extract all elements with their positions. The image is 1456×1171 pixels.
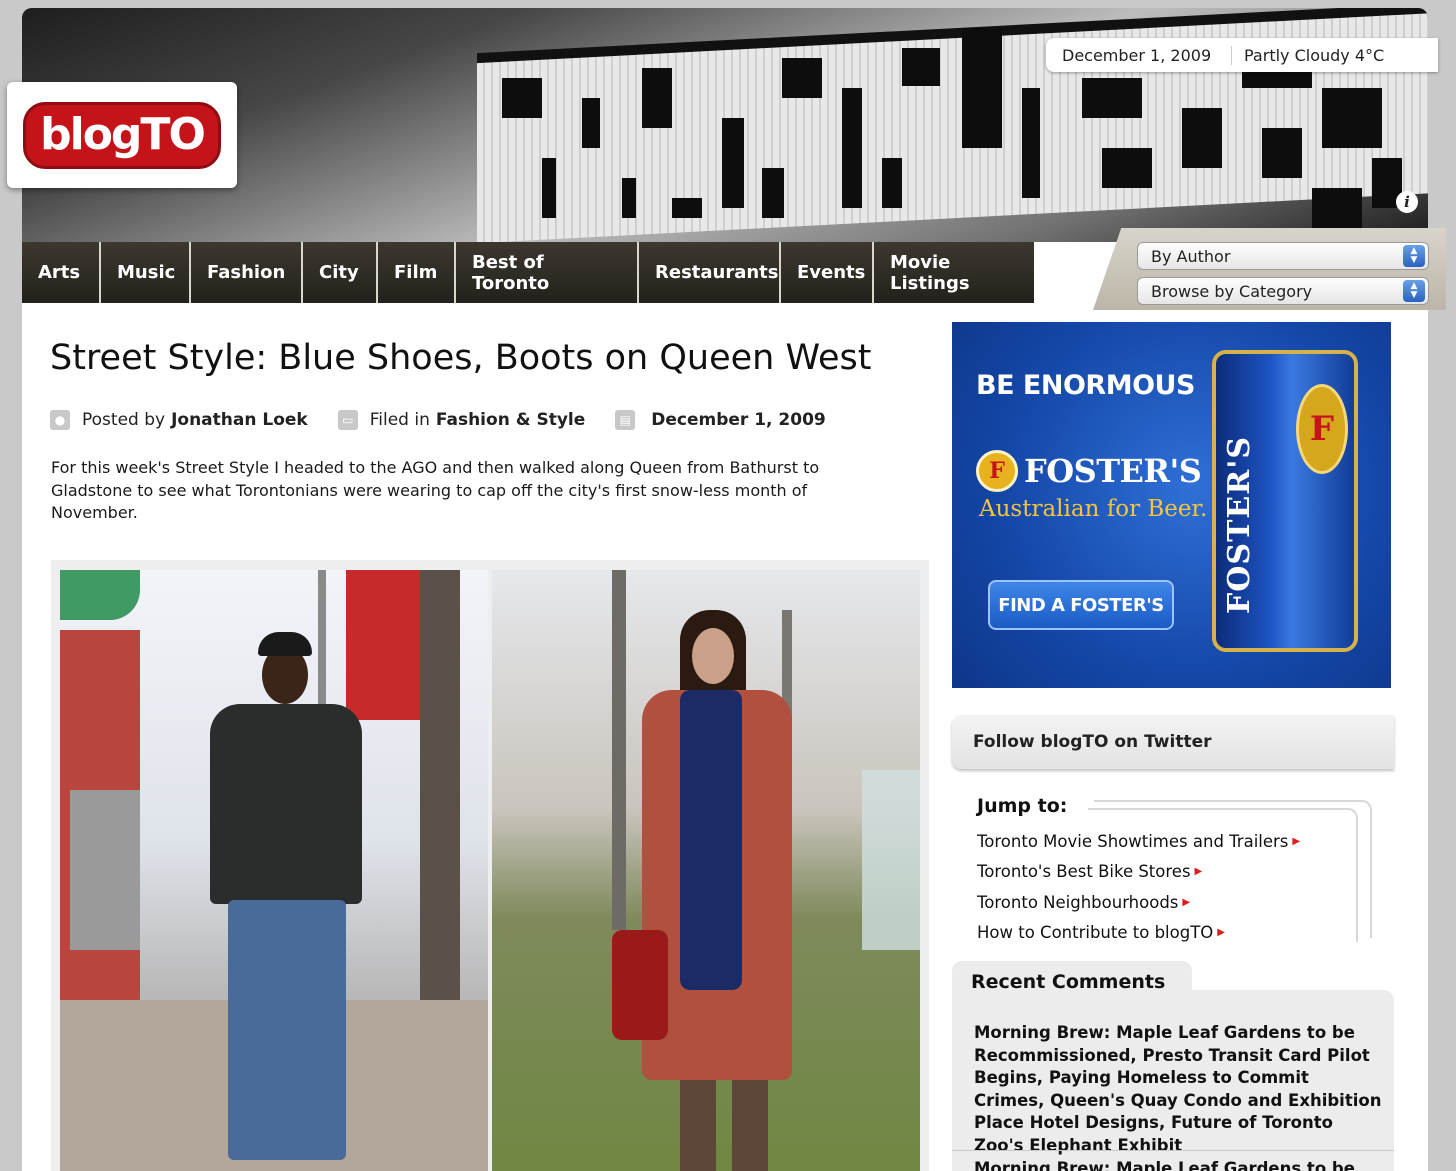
category-select-value: Browse by Category [1151, 281, 1313, 301]
beer-can-image: F FOSTER'S [1212, 350, 1358, 652]
find-fosters-button[interactable]: FIND A FOSTER'S [988, 580, 1174, 630]
category-link[interactable]: Fashion & Style [436, 410, 585, 430]
can-brand-text: FOSTER'S [1222, 435, 1257, 614]
select-arrows-icon: ▲ ▼ [1403, 280, 1425, 302]
nav-item-film[interactable]: Film [378, 242, 456, 303]
jump-link-label: How to Contribute to blogTO [977, 923, 1214, 943]
nav-item-restaurants[interactable]: Restaurants [639, 242, 781, 303]
street-style-photo-woman[interactable] [492, 570, 920, 1171]
street-style-photo-man[interactable] [60, 570, 488, 1171]
ad-brand: F FOSTER'S [976, 450, 1202, 492]
nav-item-fashion[interactable]: Fashion [191, 242, 303, 303]
recent-comment-link[interactable]: Morning Brew: Maple Leaf Gardens to be [974, 1158, 1382, 1171]
logo-container[interactable]: blogTO [7, 82, 237, 188]
recent-comments-list: Morning Brew: Maple Leaf Gardens to be R… [952, 990, 1394, 1171]
nav-item-movie-listings[interactable]: Movie Listings [874, 242, 1034, 303]
arrow-right-icon: ▶ [1217, 927, 1225, 939]
nav-item-best-of-toronto[interactable]: Best of Toronto [456, 242, 639, 303]
jump-link-neighbourhoods[interactable]: Toronto Neighbourhoods ▶ [977, 887, 1300, 918]
article-intro: For this week's Street Style I headed to… [51, 458, 820, 522]
comment-divider [952, 1150, 1394, 1151]
jump-link-bike-stores[interactable]: Toronto's Best Bike Stores ▶ [977, 857, 1300, 888]
recent-comment-link[interactable]: Morning Brew: Maple Leaf Gardens to be R… [974, 1022, 1382, 1158]
nav-item-music[interactable]: Music [101, 242, 191, 303]
ad-headline: BE ENORMOUS [976, 370, 1195, 401]
ad-tagline: Australian for Beer. [979, 496, 1208, 522]
main-nav: Arts Music Fashion City Film Best of Tor… [22, 242, 1034, 303]
header-date: December 1, 2009 [1046, 45, 1232, 65]
calendar-icon: ▤ [615, 410, 636, 430]
article-photo-frame [51, 560, 929, 1171]
fosters-logo-icon: F [976, 450, 1018, 492]
nav-item-events[interactable]: Events [781, 242, 874, 303]
article-title: Street Style: Blue Shoes, Boots on Queen… [50, 338, 872, 378]
jump-link-label: Toronto Neighbourhoods [977, 892, 1179, 912]
filed-in-label: Filed in [369, 410, 430, 430]
date-weather-bar: December 1, 2009 Partly Cloudy 4°C [1046, 38, 1438, 72]
posted-by-label: Posted by [82, 410, 166, 430]
jump-to-list: Toronto Movie Showtimes and Trailers ▶ To… [977, 826, 1300, 948]
recent-comments-title: Recent Comments [952, 961, 1192, 1003]
nav-item-city[interactable]: City [303, 242, 378, 303]
can-logo-icon: F [1296, 384, 1348, 474]
follow-twitter-link[interactable]: Follow blogTO on Twitter [952, 715, 1394, 769]
folder-icon: ▭ [337, 410, 358, 430]
info-icon[interactable]: i [1396, 191, 1418, 213]
article-meta: ● Posted by Jonathan Loek ▭ Filed in Fas… [50, 410, 856, 430]
jump-link-movie-showtimes[interactable]: Toronto Movie Showtimes and Trailers ▶ [977, 826, 1300, 857]
arrow-right-icon: ▶ [1182, 896, 1191, 908]
author-select[interactable]: By Author ▲ ▼ [1137, 242, 1429, 270]
author-select-value: By Author [1151, 246, 1231, 266]
blogto-logo[interactable]: blogTO [23, 101, 221, 169]
article-date: December 1, 2009 [651, 410, 826, 430]
jump-to-box: Jump to: Toronto Movie Showtimes and Tra… [958, 790, 1372, 942]
user-icon: ● [50, 410, 70, 430]
header-weather: Partly Cloudy 4°C [1244, 45, 1385, 65]
jump-link-contribute[interactable]: How to Contribute to blogTO ▶ [977, 918, 1300, 949]
jump-link-label: Toronto Movie Showtimes and Trailers [977, 831, 1289, 851]
ad-brand-name: FOSTER'S [1024, 452, 1202, 490]
jump-to-title: Jump to: [977, 795, 1068, 817]
author-link[interactable]: Jonathan Loek [171, 410, 308, 430]
nav-item-arts[interactable]: Arts [22, 242, 101, 303]
arrow-right-icon: ▶ [1194, 866, 1203, 878]
fosters-ad[interactable]: BE ENORMOUS F FOSTER'S Australian for Be… [952, 322, 1391, 688]
select-arrows-icon: ▲ ▼ [1403, 245, 1425, 267]
arrow-right-icon: ▶ [1292, 835, 1301, 847]
jump-link-label: Toronto's Best Bike Stores [977, 862, 1191, 882]
category-select[interactable]: Browse by Category ▲ ▼ [1137, 277, 1429, 305]
